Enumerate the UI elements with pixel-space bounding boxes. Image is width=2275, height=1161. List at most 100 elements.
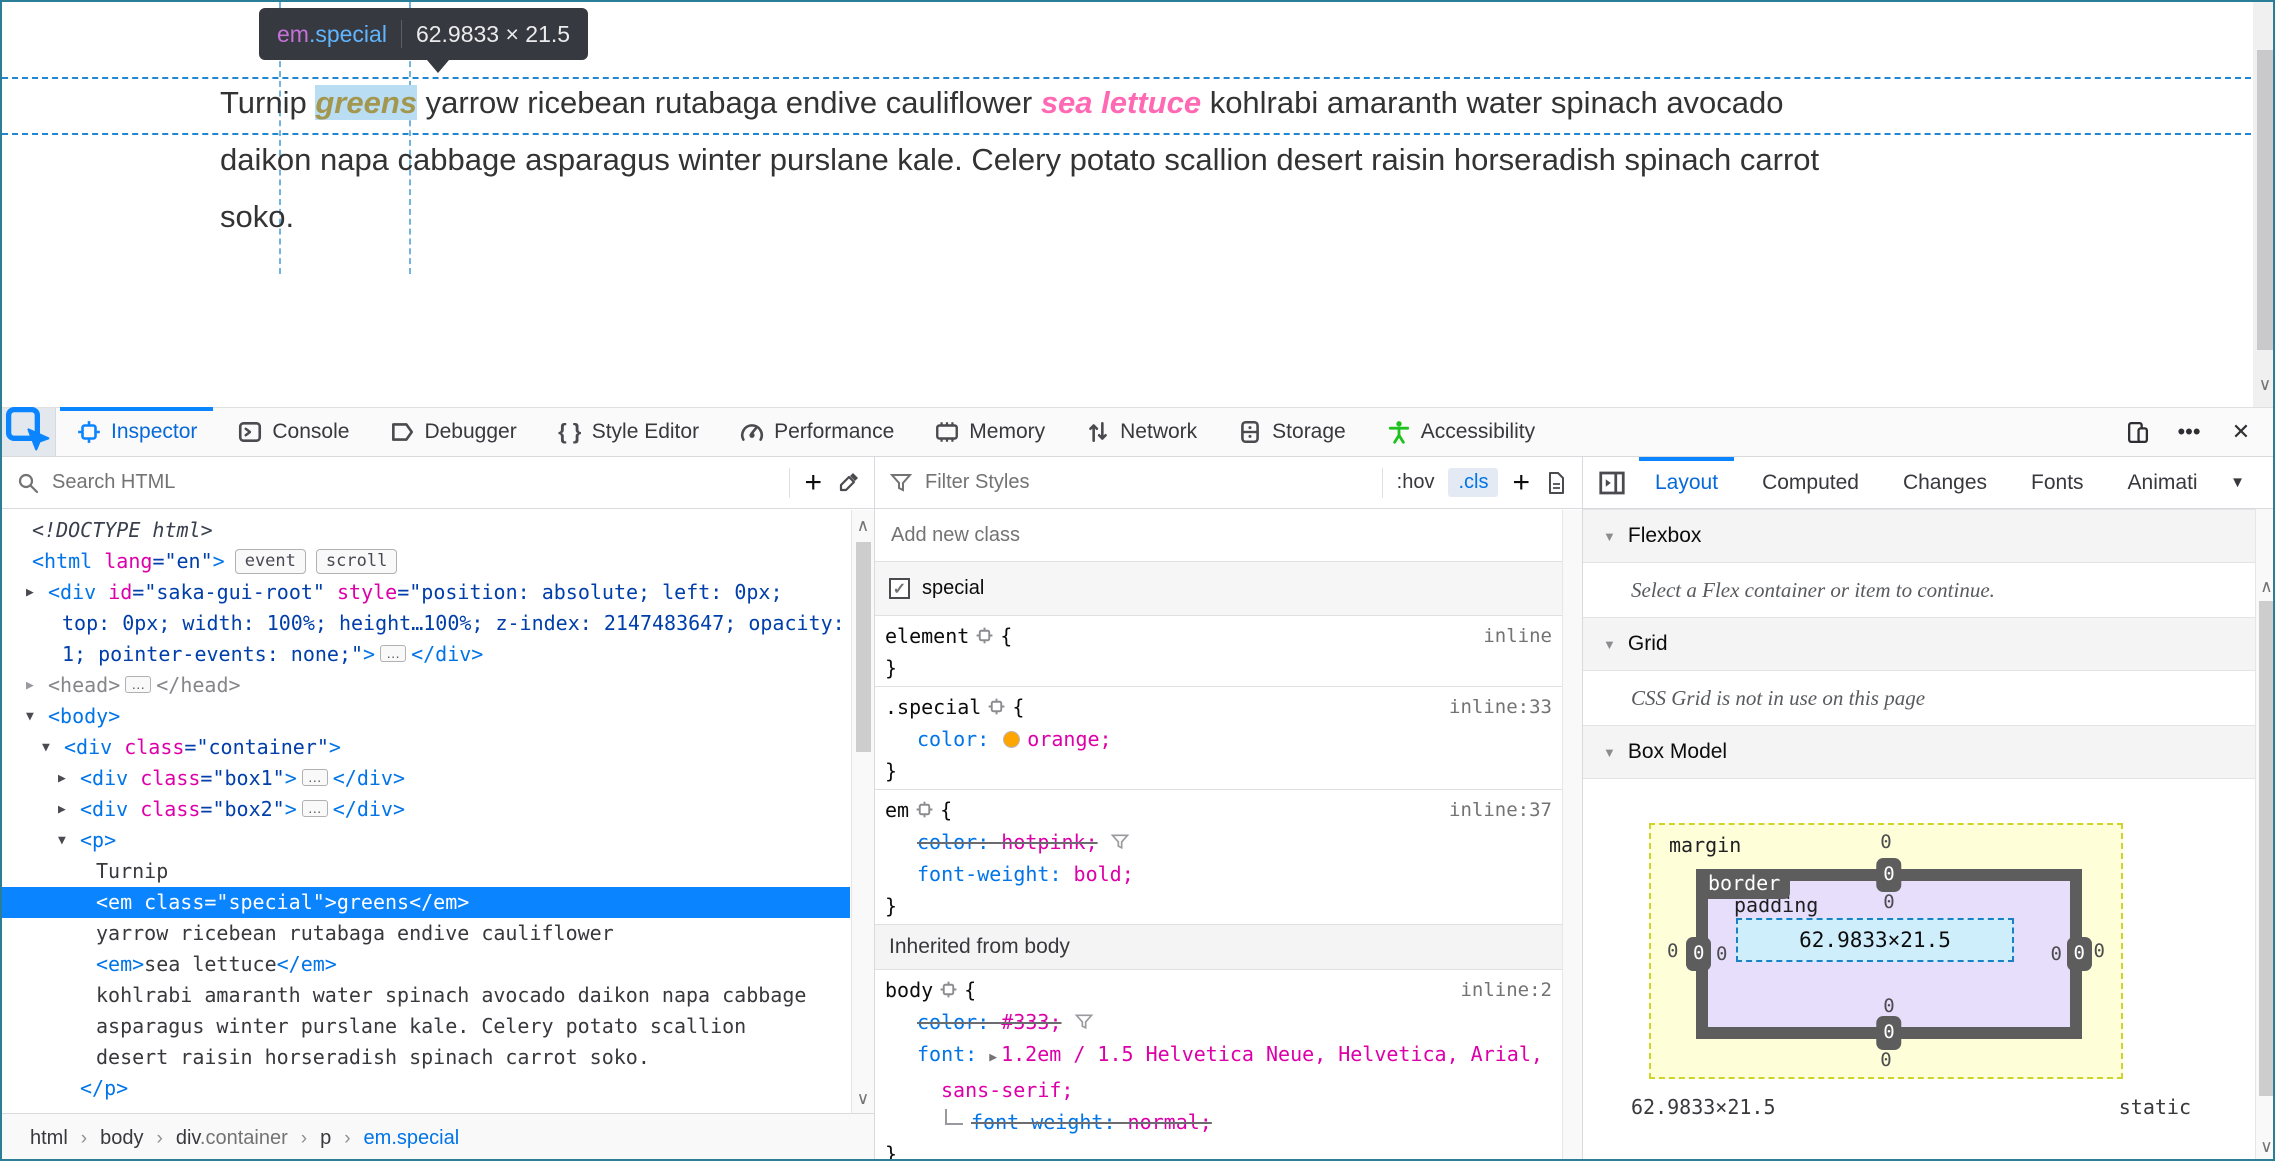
add-new-class-row[interactable]: Add new class (875, 509, 1582, 562)
tab-style-editor[interactable]: { } Style Editor (537, 408, 719, 456)
tab-network[interactable]: Network (1065, 408, 1217, 456)
tab-performance[interactable]: Performance (719, 408, 914, 456)
filter-styles-input[interactable]: Filter Styles (925, 471, 1029, 494)
margin-left-value[interactable]: 0 (1667, 940, 1678, 962)
breadcrumb-item-html[interactable]: html (30, 1127, 68, 1150)
scroll-down-icon[interactable]: ∨ (2253, 375, 2273, 395)
collapse-arrow-icon[interactable] (58, 794, 66, 825)
rule-selector[interactable]: em (885, 798, 909, 822)
rule-selector[interactable]: element (885, 624, 969, 648)
padding-top-value[interactable]: 0 (1883, 891, 1894, 913)
rule-location[interactable]: inline:37 (1449, 794, 1552, 826)
rule-selector[interactable]: .special (885, 695, 981, 719)
breadcrumb-item-p[interactable]: p (320, 1127, 331, 1150)
print-media-icon[interactable] (1544, 471, 1568, 495)
create-node-button[interactable]: + (804, 467, 822, 498)
add-new-class-input[interactable]: Add new class (891, 524, 1020, 547)
tab-memory[interactable]: Memory (914, 408, 1065, 456)
overridden-filter-icon[interactable] (1074, 1009, 1094, 1030)
close-icon[interactable]: ✕ (2219, 412, 2263, 452)
flexbox-section-header[interactable]: ▼ Flexbox (1583, 509, 2273, 563)
collapse-arrow-icon[interactable] (26, 577, 34, 608)
tab-storage[interactable]: Storage (1217, 408, 1366, 456)
markup-node-selected[interactable]: <em class="special">greens</em> (2, 887, 850, 918)
page-scrollbar[interactable]: ∨ (2253, 2, 2273, 407)
class-checkbox[interactable]: ✓ (889, 578, 910, 599)
inline-ellipsis-badge[interactable]: … (301, 769, 328, 786)
toggle-pseudo-classes-button[interactable]: :hov (1397, 471, 1435, 494)
scroll-up-icon[interactable]: ∧ (2256, 577, 2273, 597)
scroll-badge[interactable]: scroll (315, 549, 398, 574)
expand-arrow-icon[interactable] (58, 825, 66, 856)
inline-ellipsis-badge[interactable]: … (380, 645, 407, 662)
breadcrumb-item-body[interactable]: body (100, 1127, 143, 1150)
declaration-color-orange[interactable]: color: orange; (875, 723, 1582, 755)
markup-node[interactable]: <p> (2, 825, 850, 856)
border-left-value[interactable]: 0 (1686, 937, 1712, 971)
scroll-up-icon[interactable]: ∧ (852, 516, 874, 536)
border-right-value[interactable]: 0 (2066, 937, 2092, 971)
padding-bottom-value[interactable]: 0 (1883, 995, 1894, 1017)
inline-ellipsis-badge[interactable]: … (125, 676, 152, 693)
expand-arrow-icon[interactable] (26, 701, 34, 732)
color-swatch-orange[interactable] (1003, 731, 1021, 748)
tab-changes[interactable]: Changes (1881, 457, 2009, 508)
markup-scrollbar-thumb[interactable] (856, 542, 871, 752)
markup-node[interactable]: <div id="saka-gui-root" style="position:… (2, 577, 850, 608)
markup-node[interactable]: <html lang="en"> event scroll (2, 546, 850, 577)
markup-node[interactable]: <div class="box1">…</div> (2, 763, 850, 794)
event-badge[interactable]: event (234, 549, 306, 574)
tab-console[interactable]: Console (217, 408, 369, 456)
markup-node[interactable]: <div class="box2">…</div> (2, 794, 850, 825)
declaration-font-weight-bold[interactable]: font-weight: bold; (875, 858, 1582, 890)
markup-node[interactable]: <body> (2, 701, 850, 732)
padding-right-value[interactable]: 0 (2051, 943, 2062, 965)
search-html-input[interactable]: Search HTML (52, 471, 175, 494)
markup-node[interactable]: </p> (2, 1073, 850, 1104)
markup-scrollbar[interactable]: ∧ ∨ (851, 510, 874, 1113)
markup-node[interactable]: <head>…</head> (2, 670, 850, 701)
markup-node[interactable]: yarrow ricebean rutabaga endive cauliflo… (2, 918, 850, 949)
markup-node[interactable]: top: 0px; width: 100%; height…100%; z-in… (2, 608, 850, 639)
eyedropper-icon[interactable] (836, 471, 860, 495)
collapse-arrow-icon[interactable] (58, 763, 66, 794)
pane-divider[interactable] (874, 457, 875, 1159)
declaration-color-hotpink-overridden[interactable]: color: hotpink; (875, 826, 1582, 858)
pick-element-button[interactable] (2, 406, 56, 456)
tab-fonts[interactable]: Fonts (2009, 457, 2106, 508)
computed-font-weight-overridden[interactable]: font-weight: normal; (875, 1106, 1582, 1138)
margin-right-value[interactable]: 0 (2094, 940, 2105, 962)
box-model-section-header[interactable]: ▼ Box Model (1583, 725, 2273, 779)
all-tabs-chevron-icon[interactable]: ▼ (2230, 474, 2269, 491)
markup-node[interactable]: 1; pointer-events: none;">… </div> (2, 639, 850, 670)
expand-longhands-icon[interactable]: ▶ (989, 1042, 997, 1074)
padding-left-value[interactable]: 0 (1716, 943, 1727, 965)
highlight-selector-icon[interactable] (939, 976, 958, 998)
rule-selector[interactable]: body (885, 978, 933, 1002)
box-model-border-box[interactable]: border 0 0 0 0 padding 0 0 0 0 62.9833×2… (1686, 858, 2092, 1050)
tab-inspector[interactable]: Inspector (56, 407, 217, 456)
markup-node[interactable]: asparagus winter purslane kale. Celery p… (2, 1011, 850, 1042)
overridden-filter-icon[interactable] (1110, 829, 1130, 850)
declaration-font[interactable]: font: ▶ 1.2em / 1.5 Helvetica Neue, Helve… (875, 1038, 1582, 1074)
border-top-value[interactable]: 0 (1876, 858, 1902, 892)
highlight-selector-icon[interactable] (915, 796, 934, 818)
layout-scrollbar-thumb[interactable] (2259, 601, 2273, 1096)
markup-node[interactable]: <div class="container"> (2, 732, 850, 763)
box-model-padding-box[interactable]: padding 0 0 0 0 62.9833×21.5 (1708, 881, 2070, 1027)
pane-divider[interactable] (1582, 457, 1583, 1159)
breadcrumb-item-em-special[interactable]: em.special (364, 1127, 460, 1150)
sidebar-toggle-icon[interactable] (1595, 468, 1629, 498)
grid-section-header[interactable]: ▼ Grid (1583, 617, 2273, 671)
collapse-arrow-icon[interactable] (26, 670, 34, 701)
toggle-classes-button[interactable]: .cls (1448, 468, 1499, 497)
markup-node[interactable]: <!DOCTYPE html> (2, 515, 850, 546)
markup-node[interactable]: <em>sea lettuce</em> (2, 949, 850, 980)
box-model-content-box[interactable]: 62.9833×21.5 (1736, 918, 2014, 962)
markup-node[interactable]: Turnip (2, 856, 850, 887)
meatball-menu-icon[interactable]: ••• (2167, 412, 2211, 452)
markup-node[interactable]: kohlrabi amaranth water spinach avocado … (2, 980, 850, 1011)
markup-node[interactable]: desert raisin horseradish spinach carrot… (2, 1042, 850, 1073)
rule-location[interactable]: inline:2 (1460, 974, 1552, 1006)
box-model-margin-box[interactable]: margin 0 0 0 0 border 0 0 0 0 padding 0 … (1649, 823, 2123, 1079)
